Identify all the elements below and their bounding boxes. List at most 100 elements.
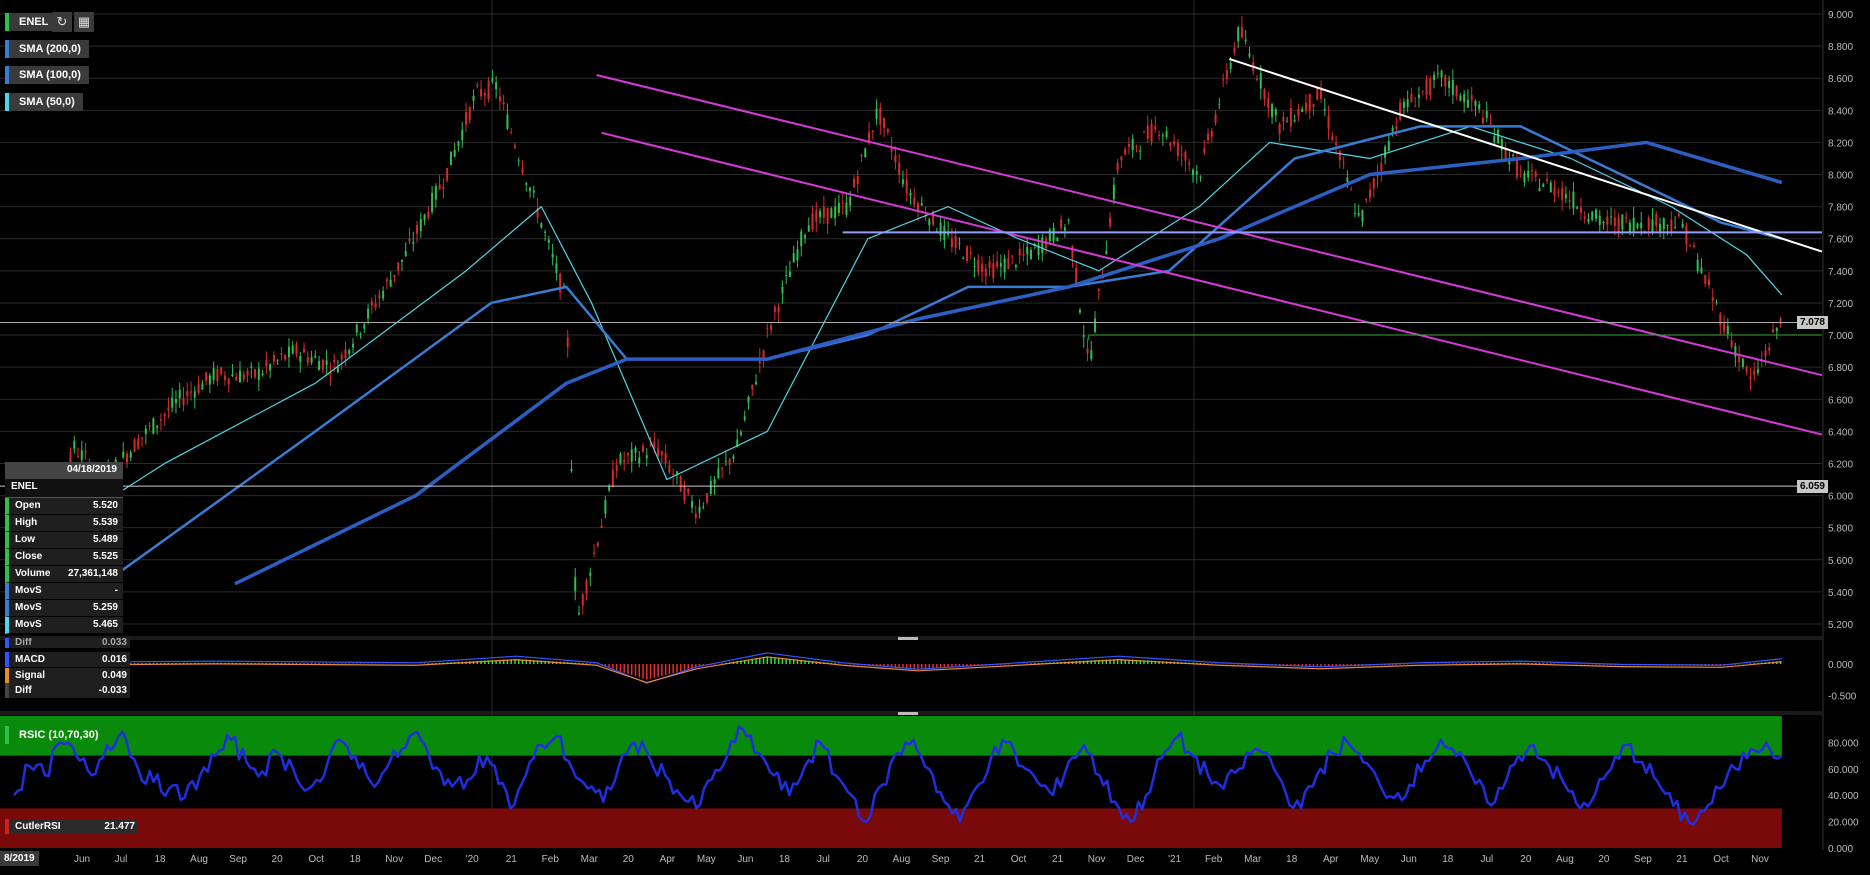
candle-body [408,238,411,242]
macd-diff-row: Diff 0.033 [5,638,130,648]
candle-body [834,206,837,218]
candle-body [898,162,901,175]
candle-body [1704,274,1707,284]
candle-body [1094,318,1097,332]
candle-body [1214,114,1217,123]
candle-body [819,211,822,217]
candle-body [1109,217,1112,227]
candle-body [1768,347,1771,351]
candle-body [909,192,912,196]
candle-body [1011,255,1014,257]
candle-body [1741,358,1744,367]
sma-100-line [113,125,1783,577]
candle-body [419,218,422,232]
price-tick-label: 7.400 [1828,267,1853,278]
candle-body [1030,249,1032,259]
candle-body [709,480,712,494]
candle-body [879,108,882,125]
candle-body [901,179,904,185]
candle-body [1380,163,1383,172]
candle-body [578,613,580,615]
candle-body [1222,79,1225,81]
x-tick-label: Jul [115,854,128,865]
candle-body [743,416,746,420]
candle-body [272,355,275,362]
macd-diff2-row: Diff -0.033 [5,683,130,698]
sma-200-line [234,140,1783,586]
candle-body [344,349,347,358]
candle-body [615,465,618,471]
candle-body [1756,369,1759,373]
candle-body [1519,169,1522,171]
candle-body [1753,370,1756,375]
x-tick-label: 21 [1676,854,1688,865]
candle-body [1583,216,1586,219]
candle-body [732,456,735,459]
candle-body [1542,184,1545,187]
level-price-tag: 6.059 [1796,480,1828,493]
candle-body [811,213,814,230]
candle-body [1700,267,1703,274]
refresh-icon[interactable]: ↻ [52,12,72,32]
candle-body [860,154,863,157]
candle-body [299,355,302,362]
price-tick-label: 5.200 [1828,620,1853,631]
x-tick-label: '20 [466,854,479,865]
candle-body [751,384,754,390]
price-tick-label: 6.400 [1828,427,1853,438]
candle-body [581,594,584,606]
overlay-sma-50[interactable]: SMA (50,0) [5,93,83,111]
candle-body [84,451,87,453]
candle-body [724,461,727,463]
candle-body [551,253,554,258]
candle-body [1478,104,1481,110]
candle-body [1470,95,1473,101]
candle-body [623,460,626,463]
x-tick-label: Aug [190,854,208,865]
candle-body [498,96,501,102]
candle-body [984,269,987,277]
candle-body [1335,142,1338,146]
candle-body [1779,318,1782,325]
rsi-tick-label: 40.000 [1828,791,1859,802]
candle-body [1406,99,1409,108]
x-tick-label: Mar [1244,854,1262,865]
candle-body [642,445,645,452]
candle-body [159,419,162,421]
candle-body [969,251,972,254]
candle-body [190,391,193,393]
candle-body [182,397,185,405]
candle-body [148,425,151,427]
candle-body [913,198,916,206]
candle-body [1602,222,1605,224]
rsi-label[interactable]: RSIC (10,70,30) [5,726,106,744]
overlay-sma-100[interactable]: SMA (100,0) [5,66,89,84]
calendar-icon[interactable]: ▦ [74,12,94,32]
overlay-sma-200[interactable]: SMA (200,0) [5,40,89,58]
candle-body [1429,78,1432,96]
x-tick-label: Sep [932,854,950,865]
candle-body [875,108,878,119]
candle-body [465,112,467,125]
symbol-chip[interactable]: ENEL [5,13,57,31]
candle-body [717,468,720,478]
price-tick-label: 7.000 [1828,331,1853,342]
candle-body [883,117,886,128]
candle-body [1071,245,1074,258]
candle-body [506,114,509,129]
x-tick-label: Jul [1480,854,1493,865]
candle-body [1176,143,1179,157]
x-tick-label: Feb [1205,854,1223,865]
candle-body [770,325,773,330]
candle-body [156,425,159,428]
candle-body [1451,80,1454,95]
candle-body [476,84,479,87]
x-tick-label: Sep [1634,854,1652,865]
candle-body [1207,133,1210,141]
x-tick-label: Mar [581,854,599,865]
candle-body [1444,75,1447,87]
price-tick-label: 9.000 [1828,10,1853,21]
chart-canvas[interactable]: 9.000 8.800 8.600 8.400 8.200 8.000 7.800 7.600… [0,0,1870,875]
candle-body [871,130,874,133]
x-tick-label: Jun [737,854,753,865]
